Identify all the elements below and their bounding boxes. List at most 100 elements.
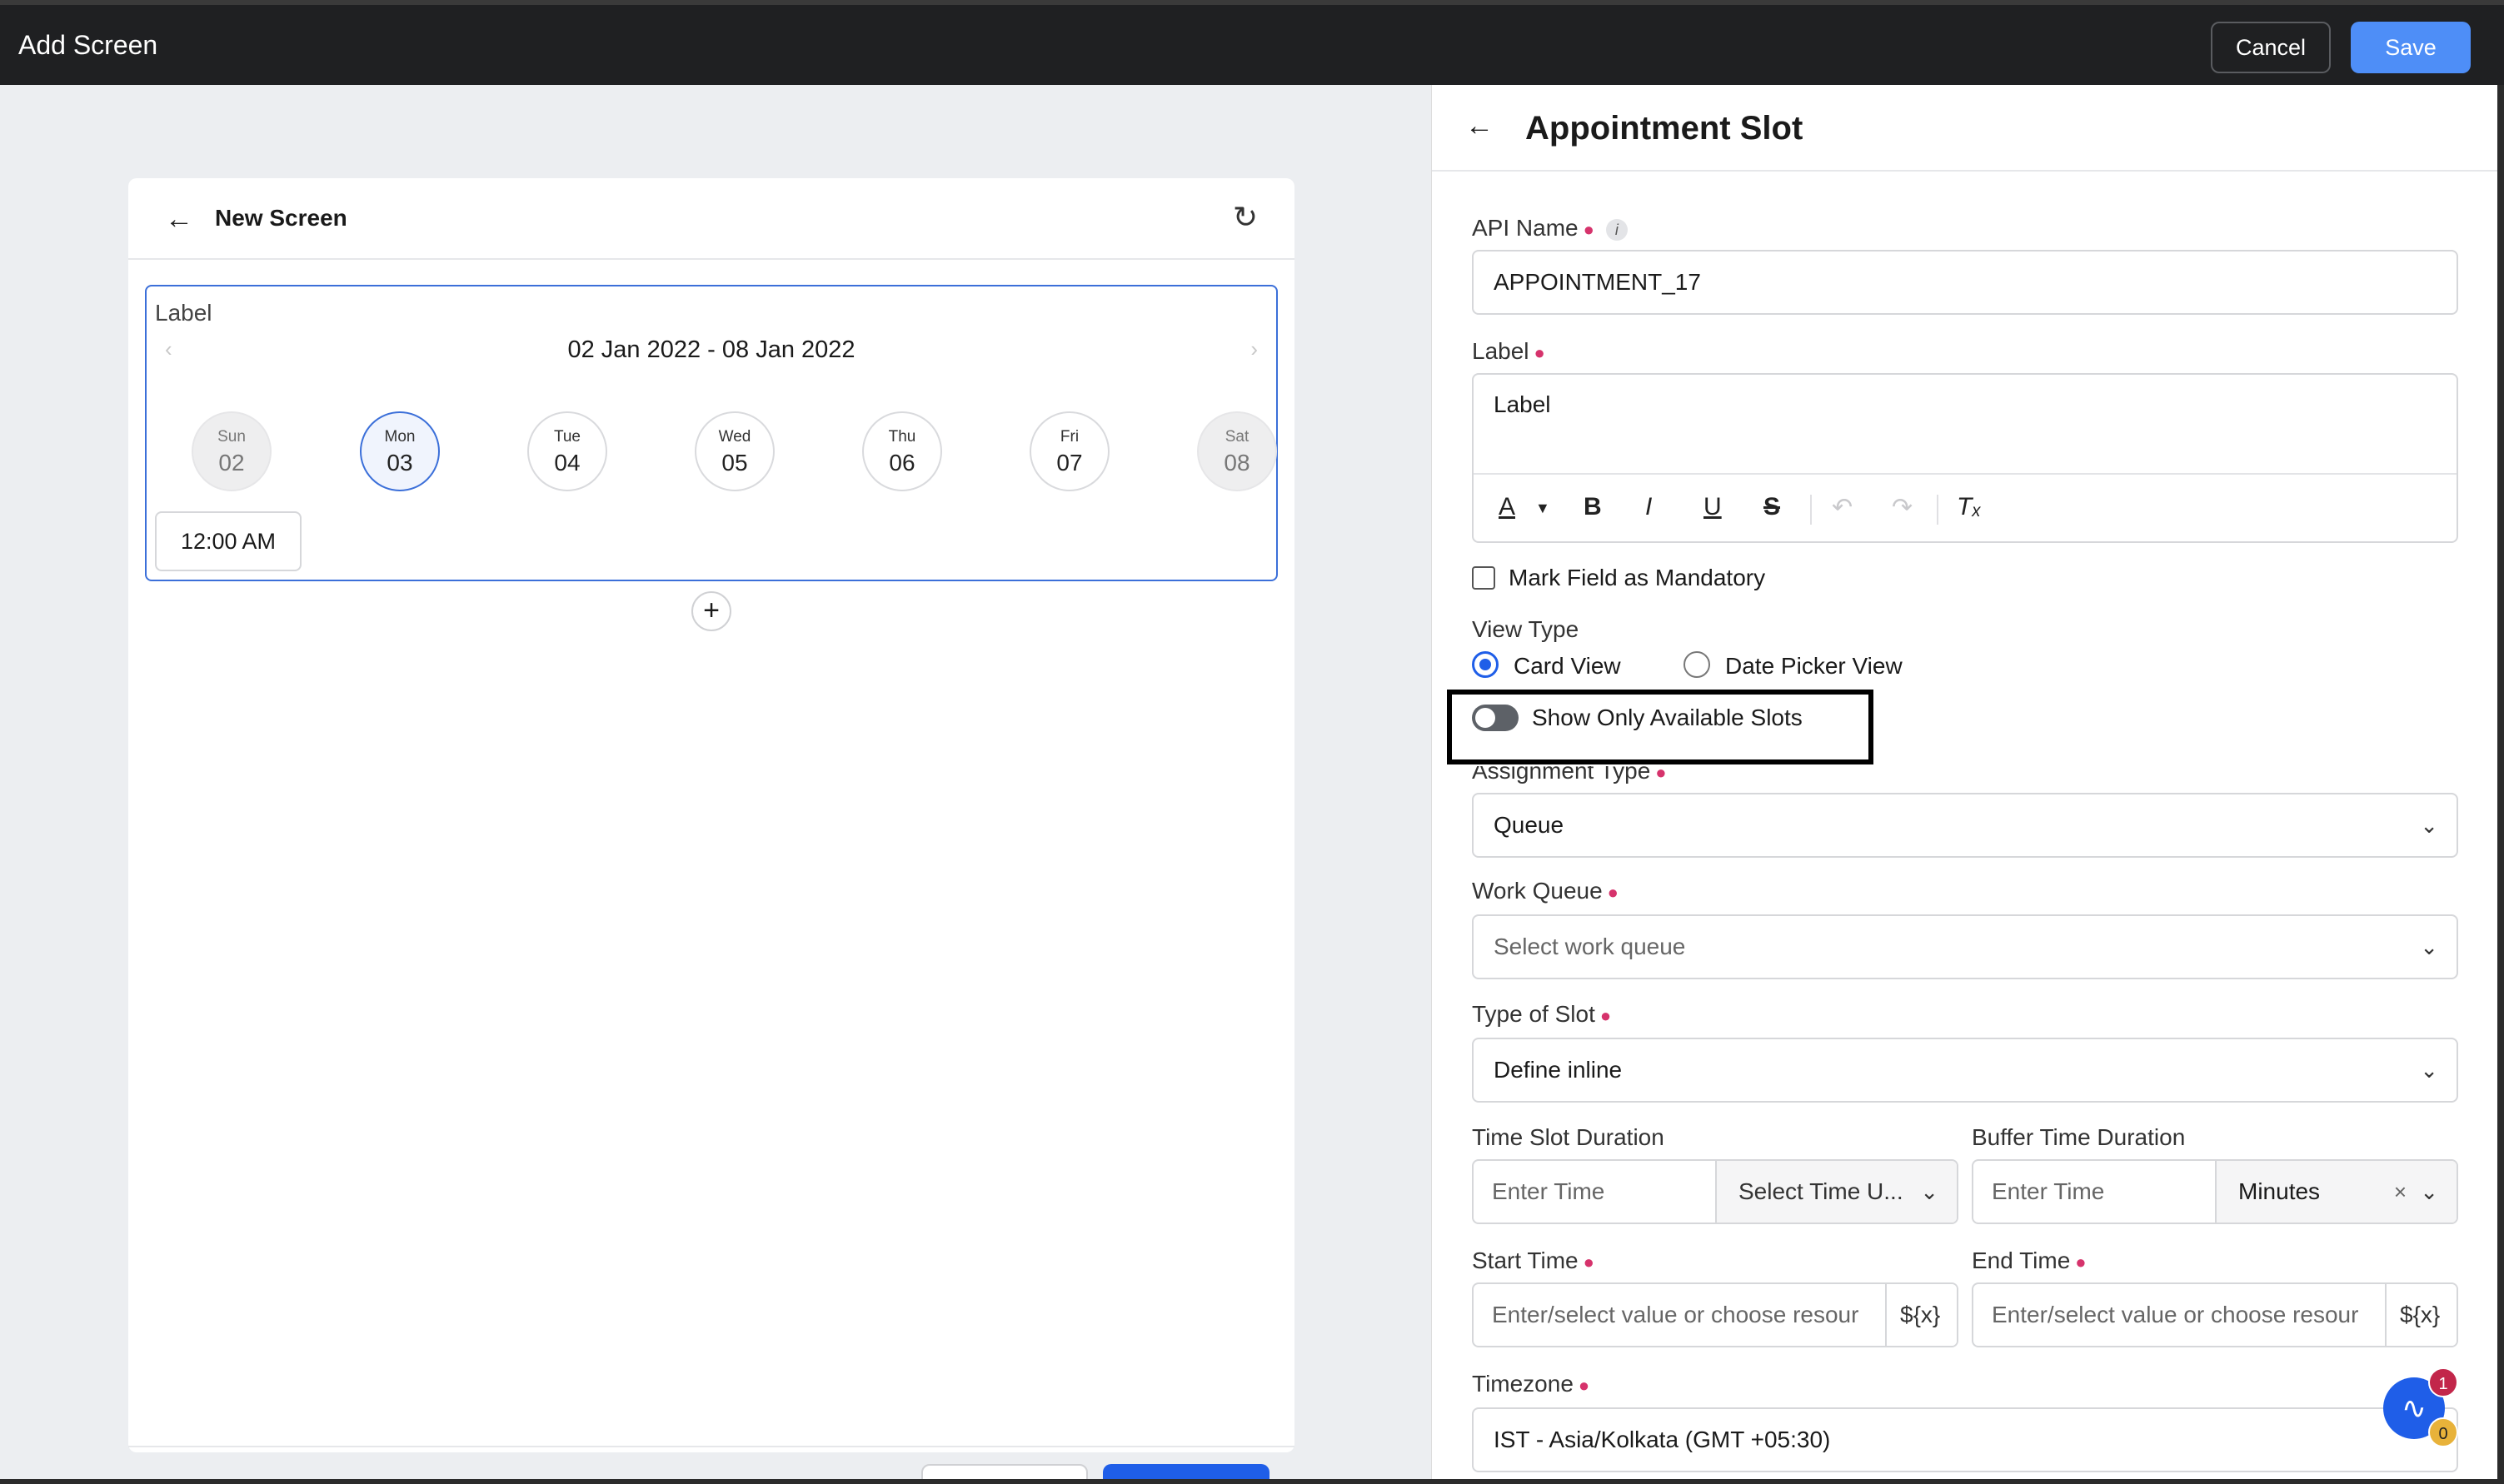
notification-badge: 1 bbox=[2428, 1367, 2458, 1397]
clear-format-icon[interactable]: Tₓ bbox=[1957, 493, 1982, 521]
refresh-icon[interactable]: ↻ bbox=[1233, 200, 1258, 235]
day-thu[interactable]: Thu 06 bbox=[862, 411, 942, 491]
start-time-field: Enter/select value or choose resour ${x} bbox=[1472, 1282, 1958, 1347]
strikethrough-icon[interactable]: S bbox=[1763, 493, 1780, 521]
day-name: Thu bbox=[888, 428, 916, 446]
redo-icon[interactable]: ↷ bbox=[1892, 493, 1913, 522]
highlight-box bbox=[1447, 690, 1873, 764]
time-slot-chip[interactable]: 12:00 AM bbox=[155, 511, 302, 571]
chevron-down-icon[interactable]: ⌄ bbox=[2420, 1039, 2438, 1101]
buffer-time-input[interactable]: Enter Time bbox=[1973, 1161, 2104, 1223]
required-marker: ● bbox=[1583, 219, 1594, 240]
timezone-label: Timezone ● bbox=[1472, 1371, 1589, 1397]
day-date: 06 bbox=[889, 450, 915, 476]
view-type-label: View Type bbox=[1472, 616, 1579, 642]
end-time-input[interactable]: Enter/select value or choose resour bbox=[1973, 1284, 2390, 1346]
day-name: Tue bbox=[553, 428, 581, 446]
day-name: Sat bbox=[1225, 428, 1250, 446]
slot-type-value: Define inline bbox=[1494, 1057, 1623, 1083]
timezone-value: IST - Asia/Kolkata (GMT +05:30) bbox=[1494, 1427, 1831, 1452]
save-button[interactable]: Save bbox=[2351, 22, 2471, 73]
required-marker: ● bbox=[1578, 1375, 1590, 1396]
label-editor-text[interactable]: Label bbox=[1494, 391, 1551, 418]
slot-type-label-text: Type of Slot bbox=[1472, 1001, 1595, 1027]
screen-preview-card: ← New Screen ↻ Label ‹ 02 Jan 2022 - 08 … bbox=[128, 178, 1294, 1484]
day-fri[interactable]: Fri 07 bbox=[1030, 411, 1110, 491]
timezone-select[interactable]: IST - Asia/Kolkata (GMT +05:30) bbox=[1472, 1407, 2458, 1472]
day-sun[interactable]: Sun 02 bbox=[192, 411, 272, 491]
chevron-down-icon[interactable]: ▼ bbox=[1535, 500, 1550, 517]
widget-label: Label bbox=[155, 300, 212, 326]
cancel-button[interactable]: Cancel bbox=[2211, 22, 2331, 73]
date-picker-radio[interactable] bbox=[1683, 651, 1710, 678]
back-arrow-icon[interactable]: ← bbox=[1465, 110, 1494, 142]
slot-type-select[interactable]: Define inline ⌄ bbox=[1472, 1038, 2458, 1103]
buffer-duration-field: Enter Time Minutes × ⌄ bbox=[1972, 1159, 2458, 1224]
clear-icon[interactable]: × bbox=[2394, 1161, 2407, 1223]
day-wed[interactable]: Wed 05 bbox=[695, 411, 775, 491]
start-time-label-text: Start Time bbox=[1472, 1247, 1579, 1273]
end-time-label: End Time ● bbox=[1972, 1247, 2087, 1274]
buffer-duration-label: Buffer Time Duration bbox=[1972, 1124, 2186, 1150]
required-marker: ● bbox=[1534, 342, 1545, 363]
top-bar: Add Screen Cancel Save bbox=[0, 0, 2504, 85]
day-sat[interactable]: Sat 08 bbox=[1197, 411, 1277, 491]
date-range: 02 Jan 2022 - 08 Jan 2022 bbox=[567, 336, 855, 363]
start-time-input[interactable]: Enter/select value or choose resour bbox=[1474, 1284, 1890, 1346]
required-marker: ● bbox=[1655, 762, 1667, 783]
day-name: Wed bbox=[718, 428, 751, 446]
footer-divider bbox=[128, 1446, 1294, 1447]
end-time-variable-button[interactable]: ${x} bbox=[2385, 1284, 2457, 1346]
chevron-right-icon[interactable]: › bbox=[1250, 336, 1258, 362]
assignment-type-value: Queue bbox=[1494, 812, 1564, 838]
start-time-variable-button[interactable]: ${x} bbox=[1885, 1284, 1957, 1346]
text-color-icon[interactable]: A bbox=[1499, 493, 1515, 521]
add-field-button[interactable]: + bbox=[691, 591, 731, 631]
card-view-radio[interactable] bbox=[1472, 651, 1499, 678]
chevron-down-icon[interactable]: ⌄ bbox=[1920, 1161, 1938, 1223]
info-icon[interactable]: i bbox=[1605, 218, 1628, 241]
day-date: 02 bbox=[218, 450, 245, 476]
end-time-label-text: End Time bbox=[1972, 1247, 2071, 1273]
time-slot-input[interactable]: Enter Time bbox=[1474, 1161, 1604, 1223]
api-name-input[interactable]: APPOINTMENT_17 bbox=[1472, 250, 2458, 315]
undo-icon[interactable]: ↶ bbox=[1832, 493, 1853, 522]
preview-header: ← New Screen ↻ bbox=[128, 178, 1294, 260]
appointment-slot-widget[interactable]: Label ‹ 02 Jan 2022 - 08 Jan 2022 › Sun … bbox=[145, 285, 1278, 581]
properties-panel: ← Appointment Slot API Name ● i APPOINTMEN… bbox=[1431, 85, 2497, 1479]
assignment-type-select[interactable]: Queue ⌄ bbox=[1472, 793, 2458, 858]
day-date: 04 bbox=[554, 450, 581, 476]
chevron-down-icon[interactable]: ⌄ bbox=[2420, 1161, 2438, 1223]
work-queue-label-text: Work Queue bbox=[1472, 878, 1603, 904]
window-edge bbox=[2497, 85, 2504, 1484]
italic-icon[interactable]: I bbox=[1645, 493, 1652, 521]
bold-icon[interactable]: B bbox=[1584, 493, 1602, 521]
buffer-unit-value: Minutes bbox=[2238, 1178, 2321, 1204]
api-name-label-text: API Name bbox=[1472, 215, 1579, 241]
label-rich-text-editor[interactable]: Label A ▼ B I U S ↶ ↷ Tₓ bbox=[1472, 373, 2458, 543]
slot-type-label: Type of Slot ● bbox=[1472, 1001, 1611, 1028]
toolbar-divider bbox=[1810, 495, 1812, 525]
underline-icon[interactable]: U bbox=[1703, 493, 1722, 521]
window-edge bbox=[0, 1479, 2504, 1484]
mandatory-checkbox[interactable] bbox=[1472, 566, 1495, 590]
required-marker: ● bbox=[1607, 882, 1619, 903]
time-slot-duration-field: Enter Time Select Time U... ⌄ bbox=[1472, 1159, 1958, 1224]
day-tue[interactable]: Tue 04 bbox=[527, 411, 607, 491]
day-name: Sun bbox=[217, 428, 246, 446]
day-mon[interactable]: Mon 03 bbox=[360, 411, 440, 491]
day-date: 05 bbox=[721, 450, 748, 476]
chevron-down-icon[interactable]: ⌄ bbox=[2420, 916, 2438, 978]
date-picker-label: Date Picker View bbox=[1725, 653, 1903, 679]
preview-canvas: ← New Screen ↻ Label ‹ 02 Jan 2022 - 08 … bbox=[0, 85, 1431, 1484]
time-unit-placeholder: Select Time U... bbox=[1738, 1178, 1903, 1204]
chevron-down-icon[interactable]: ⌄ bbox=[2420, 794, 2438, 856]
day-date: 03 bbox=[387, 450, 413, 476]
time-slot-duration-label: Time Slot Duration bbox=[1472, 1124, 1664, 1150]
rte-toolbar: A ▼ B I U S ↶ ↷ Tₓ bbox=[1474, 473, 2457, 543]
preview-title: New Screen bbox=[215, 205, 347, 231]
back-arrow-icon[interactable]: ← bbox=[165, 203, 193, 236]
work-queue-select[interactable]: Select work queue ⌄ bbox=[1472, 914, 2458, 979]
warning-badge: 0 bbox=[2428, 1417, 2458, 1447]
required-marker: ● bbox=[2075, 1252, 2087, 1272]
